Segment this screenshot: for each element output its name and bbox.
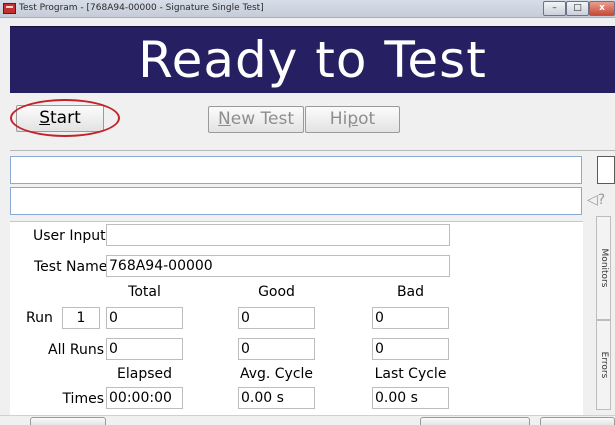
column-header-avg-cycle: Avg. Cycle bbox=[239, 366, 314, 382]
run-good-value: 0 bbox=[238, 307, 315, 329]
maximize-button[interactable]: □ bbox=[566, 1, 589, 16]
start-highlight-annotation bbox=[10, 99, 120, 137]
column-header-bad: Bad bbox=[396, 284, 425, 300]
test-name-field[interactable]: 768A94-00000 bbox=[106, 255, 450, 277]
side-box[interactable] bbox=[597, 156, 615, 184]
new-test-label-rest: ew Test bbox=[230, 109, 294, 129]
all-runs-bad-value: 0 bbox=[372, 338, 449, 360]
bottom-button-right[interactable] bbox=[540, 417, 615, 425]
bottom-button-left[interactable] bbox=[30, 417, 106, 425]
hipot-button[interactable]: Hipot bbox=[305, 106, 400, 133]
new-test-button[interactable]: New Test bbox=[208, 106, 304, 133]
prompt-field[interactable] bbox=[10, 187, 582, 215]
hipot-label-rest: ot bbox=[358, 109, 376, 129]
column-header-good: Good bbox=[258, 284, 295, 300]
times-label: Times bbox=[62, 391, 104, 407]
tab-errors-label: Errors bbox=[598, 351, 609, 379]
help-icon[interactable]: ◁? bbox=[587, 192, 615, 210]
all-runs-label: All Runs bbox=[48, 342, 104, 358]
new-test-accel: N bbox=[218, 109, 231, 129]
separator bbox=[10, 150, 615, 151]
window-title: Test Program - [768A94-00000 - Signature… bbox=[19, 3, 264, 13]
last-cycle-value: 0.00 s bbox=[372, 387, 449, 409]
status-text: Ready to Test bbox=[138, 31, 487, 89]
all-runs-total-value: 0 bbox=[106, 338, 183, 360]
message-field[interactable] bbox=[10, 156, 582, 184]
avg-cycle-value: 0.00 s bbox=[238, 387, 315, 409]
title-bar: Test Program - [768A94-00000 - Signature… bbox=[0, 0, 615, 18]
app-icon bbox=[3, 3, 16, 14]
run-bad-value: 0 bbox=[372, 307, 449, 329]
status-banner: Ready to Test bbox=[10, 26, 615, 93]
test-name-label: Test Name bbox=[34, 259, 108, 275]
all-runs-good-value: 0 bbox=[238, 338, 315, 360]
bottom-button-middle[interactable] bbox=[420, 417, 530, 425]
user-input-field[interactable] bbox=[106, 224, 450, 246]
tab-monitors[interactable]: Monitors bbox=[596, 216, 611, 320]
column-header-elapsed: Elapsed bbox=[117, 366, 172, 382]
elapsed-time-value: 00:00:00 bbox=[106, 387, 183, 409]
run-number-field[interactable]: 1 bbox=[62, 307, 100, 329]
user-input-label: User Input bbox=[33, 228, 106, 244]
run-label: Run bbox=[26, 310, 53, 326]
column-header-total: Total bbox=[128, 284, 161, 300]
hipot-label-pre: Hi bbox=[329, 109, 348, 129]
close-button[interactable]: x bbox=[589, 1, 615, 16]
hipot-accel: p bbox=[347, 109, 359, 129]
tab-errors[interactable]: Errors bbox=[596, 320, 611, 410]
minimize-button[interactable]: – bbox=[543, 1, 566, 16]
column-header-last-cycle: Last Cycle bbox=[374, 366, 447, 382]
run-total-value: 0 bbox=[106, 307, 183, 329]
tab-monitors-label: Monitors bbox=[598, 248, 609, 288]
